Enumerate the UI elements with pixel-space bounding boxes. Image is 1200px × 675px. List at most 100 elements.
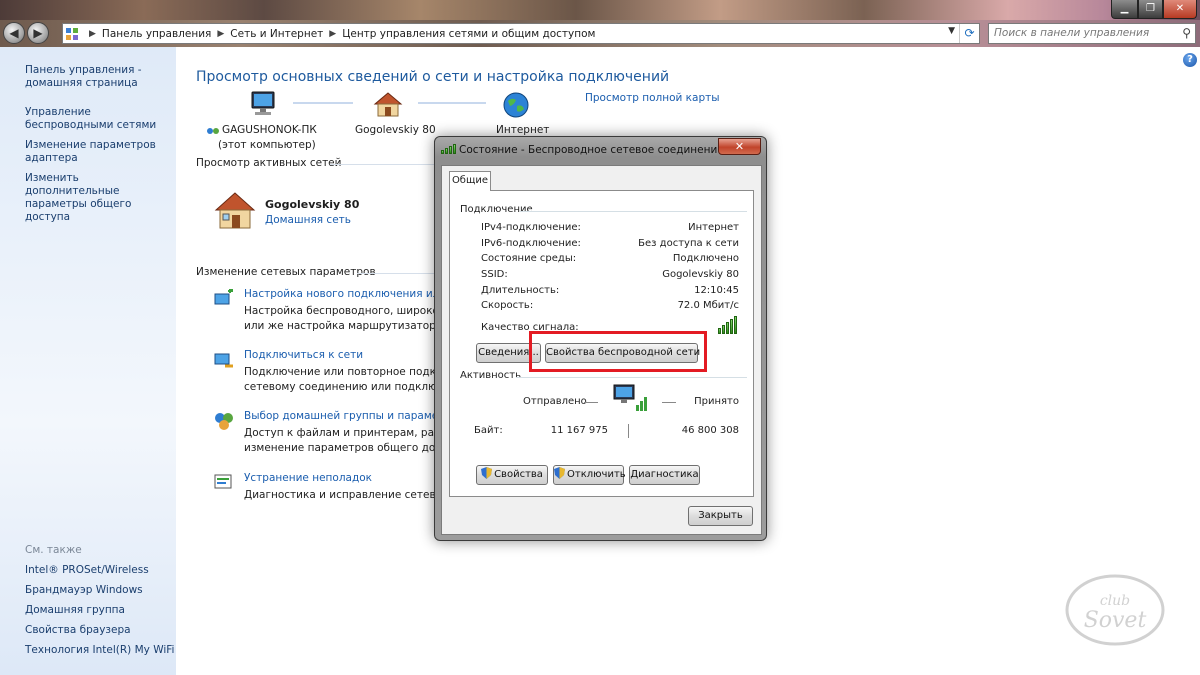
breadcrumb-separator[interactable]: ▶ xyxy=(217,29,224,39)
ssid-value: Gogolevskiy 80 xyxy=(662,269,739,280)
globe-icon[interactable] xyxy=(502,91,530,119)
sent-line xyxy=(584,402,598,403)
network-map-name: Gogolevskiy 80 xyxy=(355,124,436,136)
search-input[interactable]: Поиск в панели управления ⚲ xyxy=(988,23,1196,44)
control-panel-icon xyxy=(66,27,78,40)
sidebar-link-adapter-settings[interactable]: Изменение параметров адаптера xyxy=(25,139,173,165)
maximize-button[interactable]: ❐ xyxy=(1138,0,1163,19)
house-icon[interactable] xyxy=(373,91,403,117)
task-desc-homegroup-2: изменение параметров общего доступ xyxy=(244,442,461,454)
wireless-signal-icon xyxy=(441,144,456,154)
task-link-new-connection[interactable]: Настройка нового подключения или се xyxy=(244,288,462,300)
map-connector xyxy=(418,102,486,104)
ipv4-value: Интернет xyxy=(688,222,739,233)
sidebar: Панель управления - домашняя страница Уп… xyxy=(0,47,176,675)
section-divider xyxy=(357,273,434,274)
bytes-label: Байт: xyxy=(474,425,503,436)
bytes-divider xyxy=(628,424,629,438)
search-icon[interactable]: ⚲ xyxy=(1182,26,1191,40)
help-icon[interactable]: ? xyxy=(1183,53,1197,67)
page-title: Просмотр основных сведений о сети и наст… xyxy=(196,69,670,85)
connection-group-header: Подключение xyxy=(460,204,535,215)
disable-button[interactable]: Отключить xyxy=(553,465,626,485)
svg-text:club: club xyxy=(1100,593,1130,609)
active-network-type-link[interactable]: Домашняя сеть xyxy=(265,214,351,226)
network-activity-icon xyxy=(613,384,647,411)
ipv4-label: IPv4-подключение: xyxy=(481,222,581,233)
media-state-value: Подключено xyxy=(672,253,739,264)
active-networks-header: Просмотр активных сетей xyxy=(196,157,342,169)
bytes-sent-value: 11 167 975 xyxy=(550,425,608,436)
address-bar[interactable]: ▶ Панель управления ▶ Сеть и Интернет ▶ … xyxy=(62,23,980,44)
activity-group-header: Активность xyxy=(460,370,523,381)
properties-button[interactable]: Свойства xyxy=(476,465,548,485)
bytes-received-value: 46 800 308 xyxy=(681,425,739,436)
signal-quality-icon xyxy=(718,316,737,334)
task-link-troubleshoot[interactable]: Устранение неполадок xyxy=(244,472,372,484)
breadcrumb-network-internet[interactable]: Сеть и Интернет xyxy=(230,28,323,40)
map-connector xyxy=(293,102,353,104)
see-also-my-wifi[interactable]: Технология Intel(R) My WiFi xyxy=(25,644,174,656)
group-divider xyxy=(520,211,747,212)
task-desc-new-connection-2: или же настройка маршрутизатора ил xyxy=(244,320,460,332)
see-also-browser[interactable]: Свойства браузера xyxy=(25,624,131,636)
duration-label: Длительность: xyxy=(481,285,560,296)
window-titlebar: ▁ ❐ ✕ xyxy=(0,0,1200,20)
sidebar-link-home[interactable]: Панель управления - домашняя страница xyxy=(25,64,173,90)
active-network-name: Gogolevskiy 80 xyxy=(265,198,360,211)
computer-subtitle: (этот компьютер) xyxy=(218,139,316,151)
navigation-bar: ◀ ▶ ▶ Панель управления ▶ Сеть и Интерне… xyxy=(0,20,1200,47)
troubleshoot-icon xyxy=(214,474,232,489)
connect-network-icon xyxy=(214,353,233,368)
sidebar-link-wireless-networks[interactable]: Управление беспроводными сетями xyxy=(25,106,173,132)
site-watermark-logo: club Sovet xyxy=(1065,574,1165,646)
sent-label: Отправлено xyxy=(523,396,587,407)
close-window-button[interactable]: ✕ xyxy=(1163,0,1197,19)
breadcrumb-network-center[interactable]: Центр управления сетями и общим доступом xyxy=(342,28,595,40)
back-button[interactable]: ◀ xyxy=(3,22,25,44)
dialog-close-action-button[interactable]: Закрыть xyxy=(688,506,753,526)
breadcrumb-separator[interactable]: ▶ xyxy=(329,29,336,39)
shield-icon xyxy=(481,467,493,479)
tab-general[interactable]: Общие xyxy=(449,171,491,191)
group-divider xyxy=(516,377,747,378)
received-line xyxy=(662,402,676,403)
dialog-close-button[interactable]: ✕ xyxy=(718,138,761,155)
section-divider xyxy=(330,164,434,165)
received-label: Принято xyxy=(694,396,739,407)
task-desc-connect-1: Подключение или повторное подклю xyxy=(244,366,452,378)
forward-button[interactable]: ▶ xyxy=(27,22,49,44)
ssid-label: SSID: xyxy=(481,269,508,280)
refresh-icon[interactable]: ⟳ xyxy=(959,24,979,43)
homegroup-icon xyxy=(215,413,233,430)
task-desc-homegroup-1: Доступ к файлам и принтерам, распол xyxy=(244,427,460,439)
computer-name: GAGUSHONOK-ПК xyxy=(222,124,317,136)
network-adapter-icon xyxy=(207,128,219,134)
full-map-link[interactable]: Просмотр полной карты xyxy=(585,92,720,104)
speed-label: Скорость: xyxy=(481,300,534,311)
shield-icon xyxy=(554,467,565,479)
task-link-homegroup[interactable]: Выбор домашней группы и параметро xyxy=(244,410,457,422)
media-state-label: Состояние среды: xyxy=(481,253,577,264)
duration-value: 12:10:45 xyxy=(694,285,739,296)
see-also-firewall[interactable]: Брандмауэр Windows xyxy=(25,584,143,596)
svg-text:Sovet: Sovet xyxy=(1084,608,1147,633)
see-also-heading: См. также xyxy=(25,544,82,556)
ipv6-label: IPv6-подключение: xyxy=(481,238,581,249)
highlight-frame xyxy=(529,331,707,372)
task-desc-new-connection-1: Настройка беспроводного, широкопол xyxy=(244,305,459,317)
new-connection-icon xyxy=(214,289,233,305)
diagnose-button[interactable]: Диагностика xyxy=(629,465,700,485)
breadcrumb-separator[interactable]: ▶ xyxy=(89,29,96,39)
see-also-proset[interactable]: Intel® PROSet/Wireless xyxy=(25,564,149,576)
speed-value: 72.0 Мбит/с xyxy=(677,300,739,311)
minimize-button[interactable]: ▁ xyxy=(1111,0,1138,19)
breadcrumb-control-panel[interactable]: Панель управления xyxy=(102,28,211,40)
computer-icon[interactable] xyxy=(248,91,278,117)
task-link-connect[interactable]: Подключиться к сети xyxy=(244,349,363,361)
ipv6-value: Без доступа к сети xyxy=(638,238,739,249)
see-also-homegroup[interactable]: Домашняя группа xyxy=(25,604,125,616)
dialog-title: Состояние - Беспроводное сетевое соедине… xyxy=(459,144,724,156)
address-dropdown-icon[interactable]: ▼ xyxy=(948,26,955,36)
sidebar-link-sharing-settings[interactable]: Изменить дополнительные параметры общего… xyxy=(25,172,173,224)
